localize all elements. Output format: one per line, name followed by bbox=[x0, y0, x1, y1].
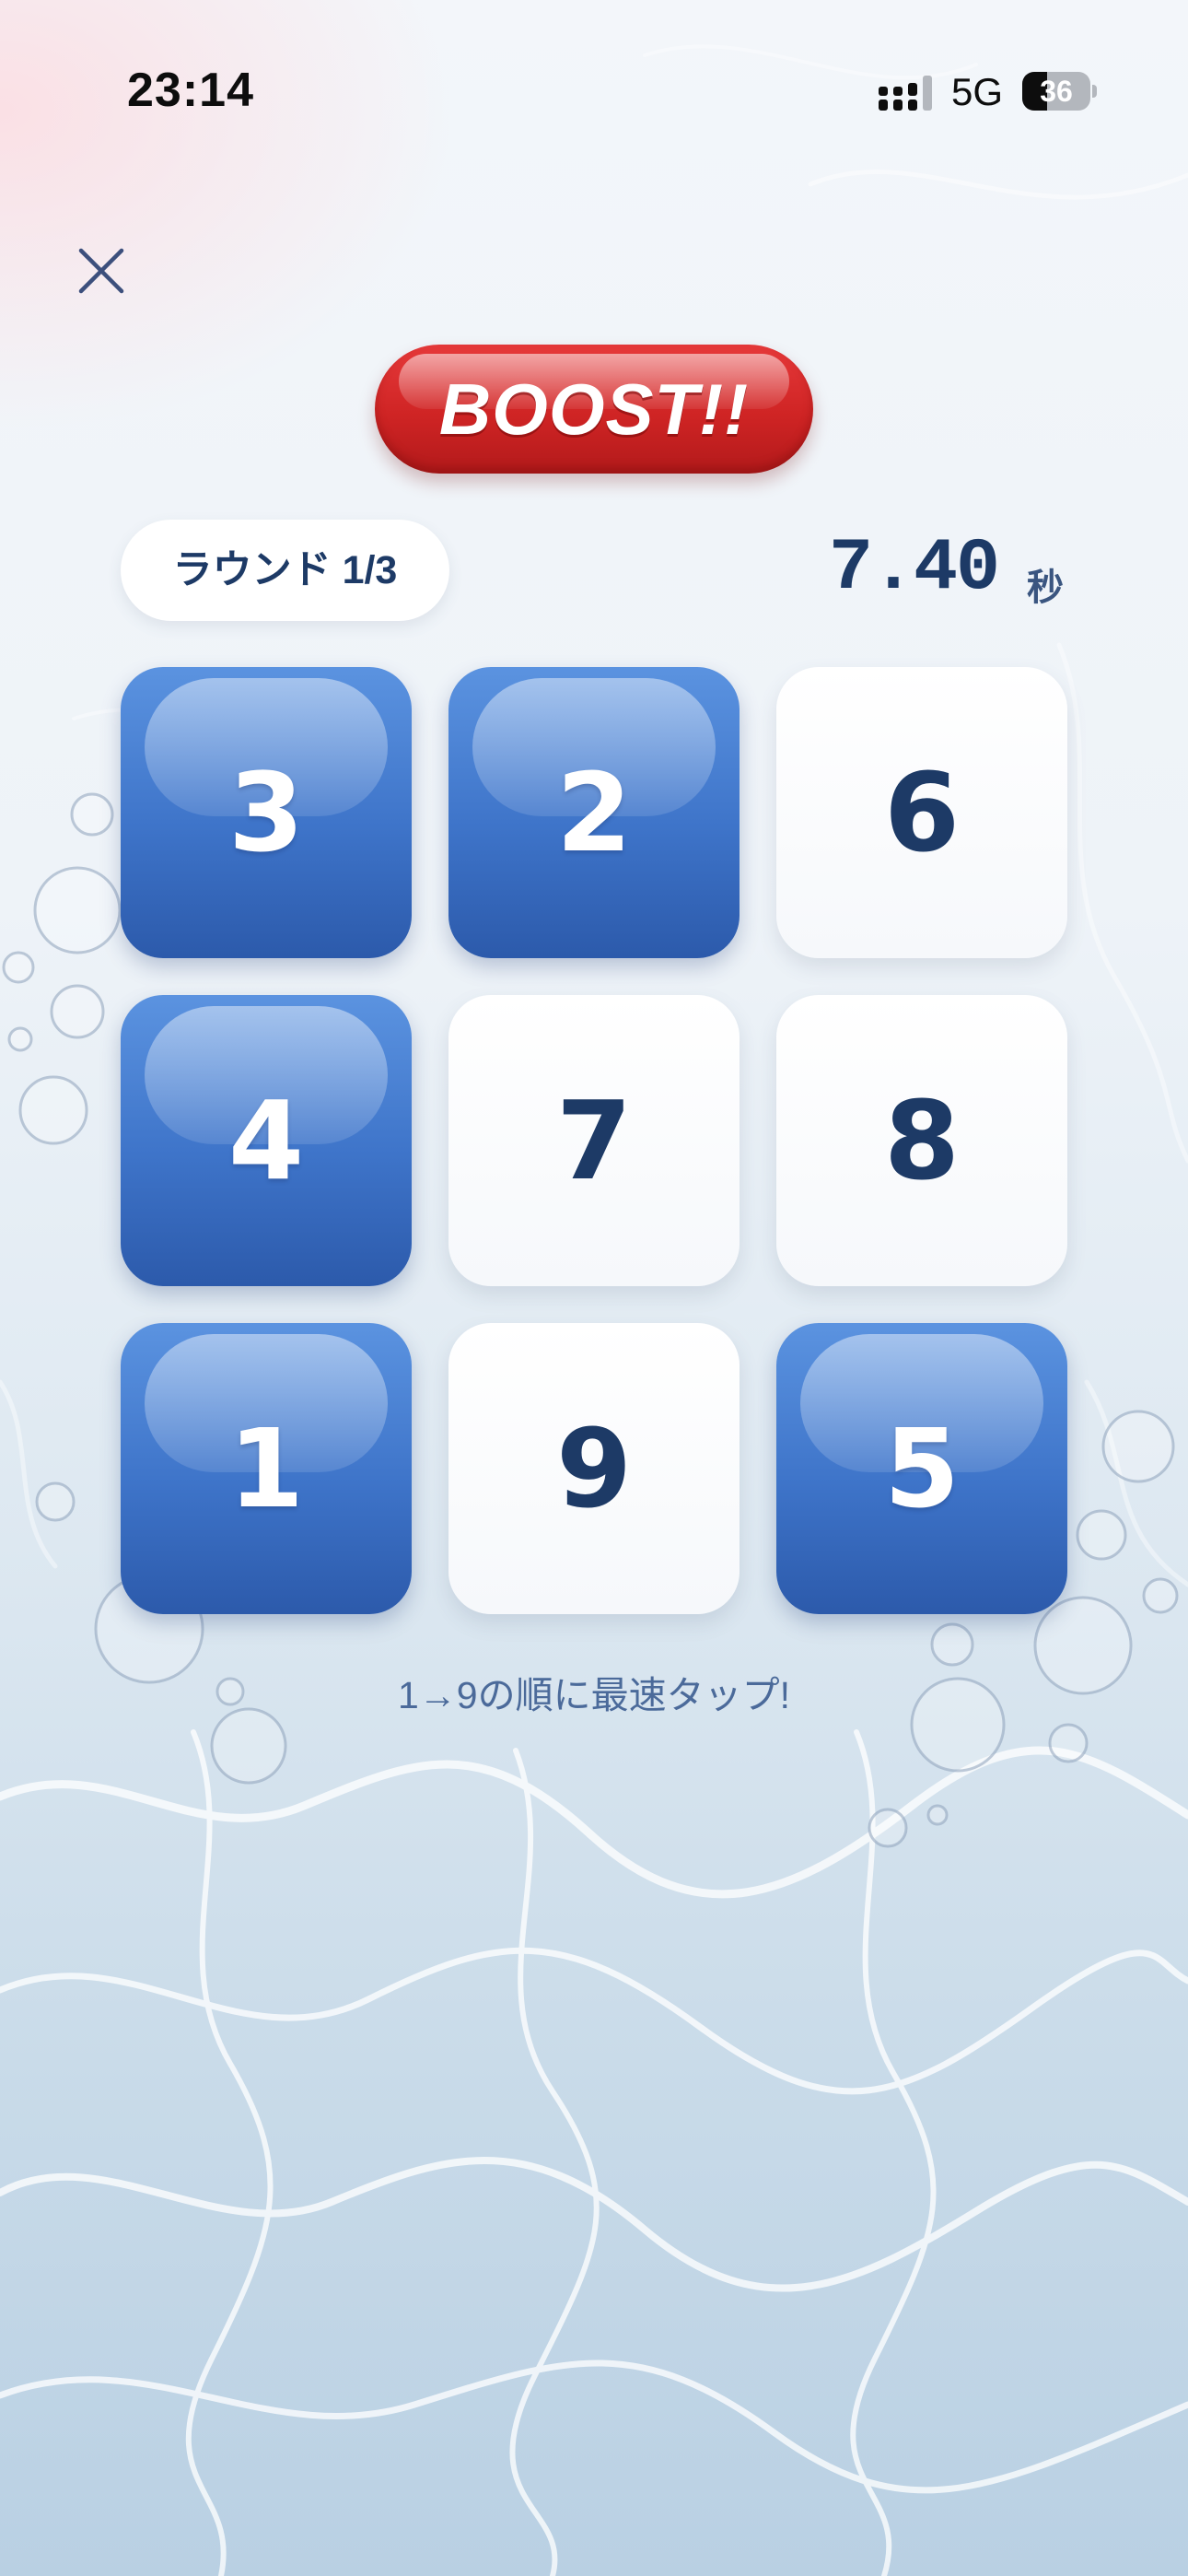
tile-number: 7 bbox=[555, 1077, 633, 1204]
number-tile[interactable]: 8 bbox=[776, 995, 1067, 1286]
instruction-text: 1→9の順に最速タップ! bbox=[398, 1674, 790, 1716]
number-tile[interactable]: 4 bbox=[121, 995, 412, 1286]
network-type: 5G bbox=[951, 70, 1004, 113]
number-tile[interactable]: 3 bbox=[121, 667, 412, 958]
tile-number: 8 bbox=[883, 1077, 961, 1204]
number-tile[interactable]: 1 bbox=[121, 1323, 412, 1614]
number-tile[interactable]: 9 bbox=[448, 1323, 740, 1614]
timer-value: 7.40 bbox=[829, 527, 1000, 611]
boost-logo-text: BOOST!! bbox=[438, 369, 750, 450]
tile-number: 6 bbox=[883, 749, 961, 876]
battery-percent: 36 bbox=[1040, 75, 1073, 108]
number-tile[interactable]: 6 bbox=[776, 667, 1067, 958]
number-tile[interactable]: 5 bbox=[776, 1323, 1067, 1614]
tile-number: 5 bbox=[883, 1405, 961, 1532]
boost-logo: BOOST!! bbox=[375, 345, 813, 474]
signal-icon bbox=[879, 76, 932, 111]
status-time: 23:14 bbox=[127, 64, 254, 117]
round-indicator: ラウンド 1/3 bbox=[121, 520, 449, 621]
timer-unit: 秒 bbox=[1027, 568, 1064, 608]
tile-number: 3 bbox=[227, 749, 305, 876]
number-tile[interactable]: 7 bbox=[448, 995, 740, 1286]
tile-number: 9 bbox=[555, 1405, 633, 1532]
tile-number: 1 bbox=[227, 1405, 305, 1532]
close-icon[interactable] bbox=[72, 241, 131, 300]
tile-number: 2 bbox=[555, 749, 633, 876]
number-tile[interactable]: 2 bbox=[448, 667, 740, 958]
tile-number: 4 bbox=[227, 1077, 305, 1204]
battery-icon: 36 bbox=[1022, 72, 1097, 111]
number-grid: 3 2 6 4 7 8 1 9 5 bbox=[121, 667, 1067, 1614]
